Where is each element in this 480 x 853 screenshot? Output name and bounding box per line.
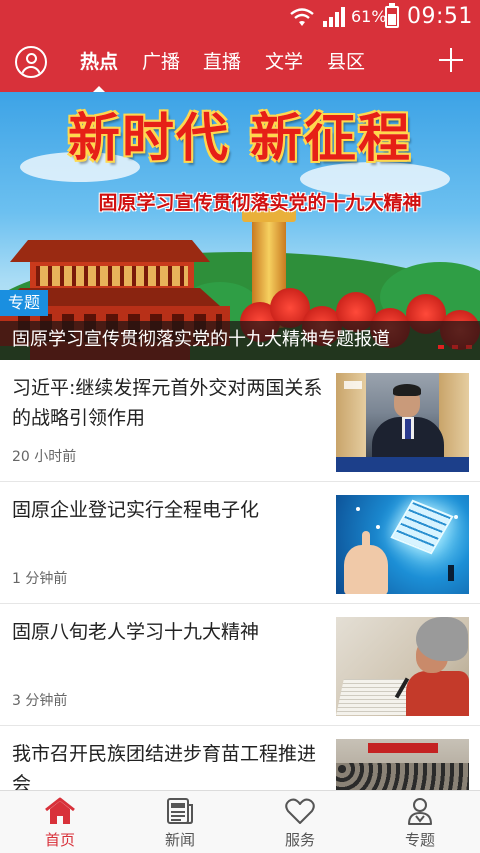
carousel-dots [438, 345, 478, 349]
news-thumbnail [336, 373, 469, 472]
news-title: 固原八旬老人学习十九大精神 [12, 621, 260, 643]
news-title: 习近平:继续发挥元首外交对两国关系的战略引领作用 [12, 377, 323, 429]
bottom-nav-topics[interactable]: 专题 [360, 791, 480, 853]
news-time: 20 小时前 [12, 449, 77, 465]
bottom-nav-label: 首页 [44, 831, 75, 849]
bottom-nav-service[interactable]: 服务 [240, 791, 360, 853]
banner-caption: 固原学习宣传贯彻落实党的十九大精神专题报道 [12, 329, 390, 350]
banner-subheadline: 固原学习宣传贯彻落实党的十九大精神 [98, 192, 422, 214]
topic-badge: 专题 [0, 290, 49, 316]
carousel-dot[interactable] [452, 345, 458, 349]
news-item[interactable]: 习近平:继续发挥元首外交对两国关系的战略引领作用 20 小时前 [0, 361, 480, 482]
bottom-nav-label: 新闻 [164, 831, 195, 849]
news-time: 3 分钟前 [12, 693, 68, 709]
plus-icon[interactable] [437, 46, 465, 74]
carousel-dot[interactable] [438, 345, 444, 349]
battery-percent: 61% [351, 7, 387, 26]
heart-icon [285, 798, 315, 824]
home-icon [45, 797, 75, 824]
tab-live[interactable]: 直播 [203, 50, 241, 74]
tab-county[interactable]: 县区 [327, 50, 365, 74]
news-time: 1 分钟前 [12, 571, 68, 587]
bottom-nav: 首页 新闻 服务 专题 [0, 790, 480, 853]
app-root: 61% 09:51 热点 广播 直播 文学 县区 新时代 新征程 固原学习宣传贯… [0, 0, 480, 853]
battery-icon [385, 3, 399, 28]
user-avatar-icon[interactable] [15, 46, 47, 78]
status-time: 09:51 [407, 4, 473, 29]
news-item[interactable]: 固原企业登记实行全程电子化 1 分钟前 [0, 483, 480, 604]
wifi-icon [290, 8, 314, 26]
news-title: 固原企业登记实行全程电子化 [12, 499, 260, 521]
banner-headline: 新时代 新征程 [67, 108, 413, 169]
news-thumbnail [336, 617, 469, 716]
bottom-nav-news[interactable]: 新闻 [120, 791, 240, 853]
tab-literature[interactable]: 文学 [265, 50, 303, 74]
topic-people-icon [408, 798, 432, 825]
news-thumbnail [336, 495, 469, 594]
banner-caption-bar: 固原学习宣传贯彻落实党的十九大精神专题报道 [0, 321, 480, 360]
bottom-nav-label: 专题 [404, 831, 435, 849]
status-bar: 61% 09:51 [0, 0, 480, 36]
top-nav: 热点 广播 直播 文学 县区 [0, 36, 480, 92]
signal-icon [323, 7, 345, 27]
bottom-nav-home[interactable]: 首页 [0, 791, 120, 853]
carousel-dot[interactable] [466, 345, 472, 349]
bottom-nav-label: 服务 [284, 831, 315, 849]
news-item[interactable]: 固原八旬老人学习十九大精神 3 分钟前 [0, 605, 480, 726]
news-icon [167, 798, 193, 824]
banner-carousel[interactable]: 新时代 新征程 固原学习宣传贯彻落实党的十九大精神 专题 固原学习宣传贯彻落实党… [0, 92, 480, 360]
tab-hot[interactable]: 热点 [80, 50, 118, 74]
tab-broadcast[interactable]: 广播 [142, 50, 180, 74]
